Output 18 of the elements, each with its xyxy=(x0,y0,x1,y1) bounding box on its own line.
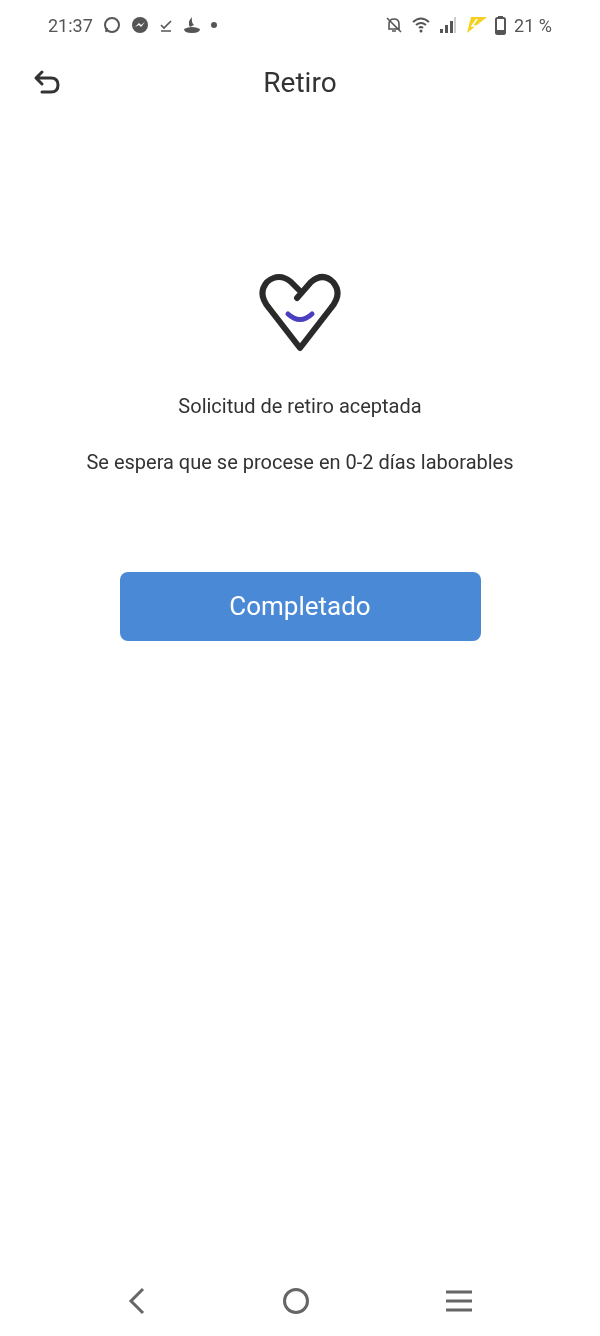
chat-icon xyxy=(102,16,121,34)
wifi-icon xyxy=(411,17,432,33)
check-icon xyxy=(158,18,173,32)
status-time: 21:37 xyxy=(48,13,93,38)
lightning-icon xyxy=(465,17,488,33)
messenger-icon xyxy=(130,16,149,34)
heart-smile-icon xyxy=(259,272,341,354)
page-title: Retiro xyxy=(263,66,337,99)
dot-icon xyxy=(210,22,217,28)
completed-button[interactable]: Completado xyxy=(119,572,481,641)
battery-percentage: 21 % xyxy=(514,13,552,38)
status-message: Solicitud de retiro aceptada xyxy=(178,393,422,420)
battery-icon xyxy=(495,15,507,35)
menu-icon[interactable] xyxy=(444,1290,473,1312)
processing-note: Se espera que se procese en 0-2 días laborables xyxy=(86,449,514,476)
signal-icon xyxy=(439,17,458,33)
muted-bell-icon xyxy=(385,16,404,34)
home-nav-icon[interactable] xyxy=(282,1287,310,1315)
